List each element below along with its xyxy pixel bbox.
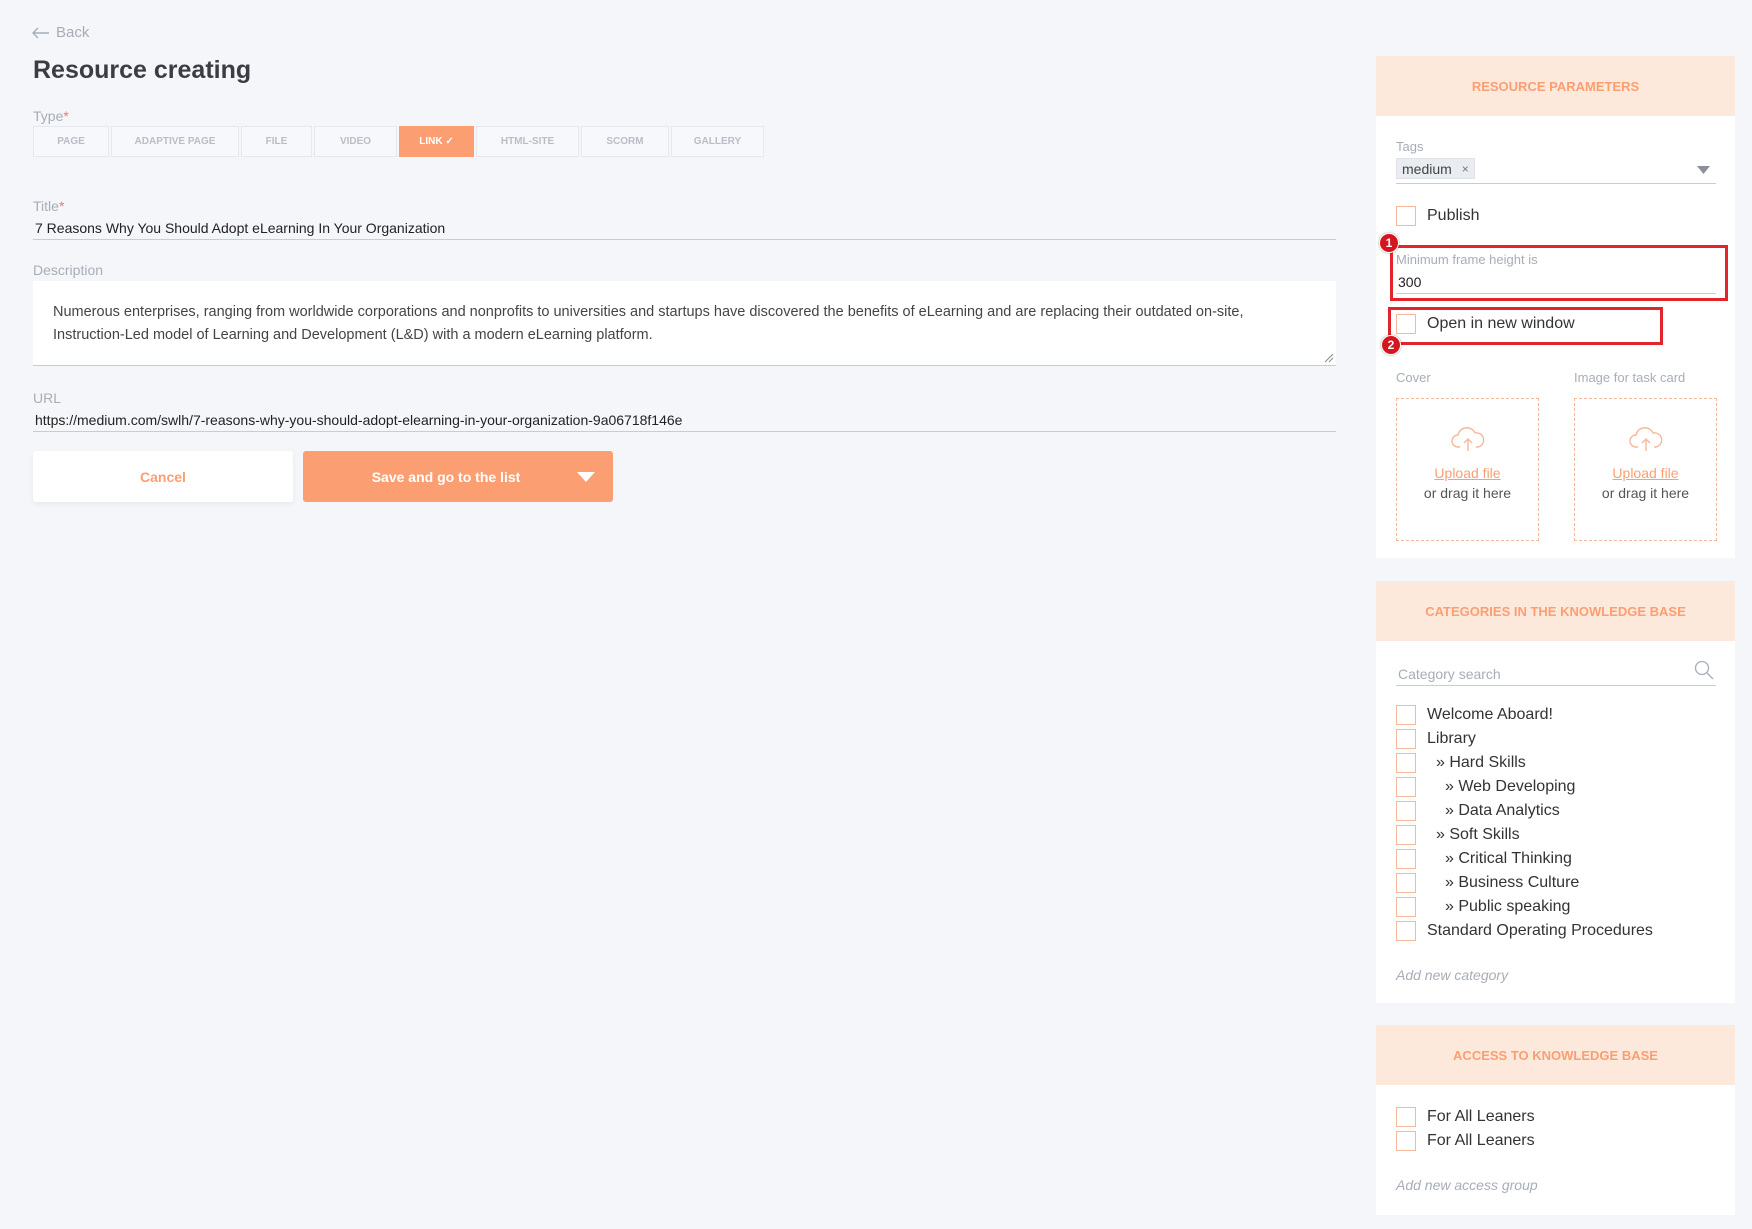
tags-select[interactable]: medium × [1396, 158, 1716, 184]
category-item: » Data Analytics [1396, 801, 1560, 821]
access-item: For All Leaners [1396, 1131, 1535, 1151]
annotation-highlight-frame-height [1390, 245, 1728, 301]
url-label: URL [33, 390, 62, 406]
category-item: » Soft Skills [1396, 825, 1520, 845]
categories-panel: CATEGORIES IN THE KNOWLEDGE BASE Categor… [1376, 581, 1735, 1003]
category-checkbox[interactable] [1396, 729, 1416, 749]
category-item: Standard Operating Procedures [1396, 921, 1653, 941]
category-label: » Business Culture [1445, 874, 1580, 891]
category-checkbox[interactable] [1396, 753, 1416, 773]
task-card-upload-link[interactable]: Upload file [1612, 465, 1678, 481]
task-card-image-label: Image for task card [1574, 370, 1686, 385]
category-search-input[interactable]: Category search [1396, 660, 1716, 686]
category-label: » Web Developing [1445, 778, 1576, 795]
task-card-upload-dropzone[interactable]: Upload file or drag it here [1574, 398, 1717, 541]
category-label: » Data Analytics [1445, 802, 1560, 819]
arrow-left-icon [32, 27, 49, 38]
page-title: Resource creating [33, 56, 252, 84]
description-text: Numerous enterprises, ranging from world… [53, 304, 1244, 343]
category-search-placeholder: Category search [1398, 666, 1501, 682]
category-label: Library [1427, 730, 1476, 747]
access-checkbox[interactable] [1396, 1107, 1416, 1127]
save-button-label: Save and go to the list [371, 468, 521, 485]
access-heading: ACCESS TO KNOWLEDGE BASE [1376, 1025, 1735, 1085]
access-panel: ACCESS TO KNOWLEDGE BASE For All Leaners… [1376, 1025, 1735, 1215]
chevron-down-icon [577, 471, 595, 482]
back-label: Back [56, 24, 90, 41]
category-label: Welcome Aboard! [1427, 706, 1553, 723]
cover-upload-link[interactable]: Upload file [1434, 465, 1500, 481]
access-label: For All Leaners [1427, 1108, 1535, 1125]
tags-label: Tags [1396, 139, 1424, 154]
add-access-group-link[interactable]: Add new access group [1396, 1177, 1538, 1193]
annotation-badge-1: 1 [1379, 233, 1399, 253]
category-checkbox[interactable] [1396, 873, 1416, 893]
tag-chip-label: medium [1402, 160, 1452, 177]
task-card-upload-hint: or drag it here [1601, 485, 1690, 501]
category-checkbox[interactable] [1396, 897, 1416, 917]
tab-html-site[interactable]: HTML-SITE [476, 126, 579, 157]
annotation-highlight-open-window [1388, 307, 1663, 345]
chevron-down-icon[interactable] [1697, 166, 1710, 174]
title-label: Title* [33, 198, 65, 214]
cloud-upload-icon [1450, 427, 1484, 451]
tab-file[interactable]: FILE [241, 126, 312, 157]
description-textarea[interactable]: Numerous enterprises, ranging from world… [33, 281, 1336, 366]
description-label: Description [33, 262, 104, 278]
type-tabs: PAGE ADAPTIVE PAGE FILE VIDEO LINK ✓ HTM… [33, 126, 764, 157]
category-item: » Web Developing [1396, 777, 1575, 797]
publish-row: Publish [1396, 206, 1479, 226]
category-item: » Critical Thinking [1396, 849, 1572, 869]
resource-parameters-heading: RESOURCE PARAMETERS [1376, 56, 1735, 116]
category-checkbox[interactable] [1396, 705, 1416, 725]
tab-gallery[interactable]: GALLERY [671, 126, 764, 157]
save-button[interactable]: Save and go to the list [303, 451, 613, 502]
category-item: » Business Culture [1396, 873, 1579, 893]
category-label: » Critical Thinking [1445, 850, 1572, 867]
category-checkbox[interactable] [1396, 849, 1416, 869]
back-link[interactable]: Back [32, 24, 89, 41]
publish-label: Publish [1427, 207, 1480, 224]
category-label: » Public speaking [1445, 898, 1571, 915]
category-item: » Hard Skills [1396, 753, 1526, 773]
annotation-badge-2: 2 [1381, 335, 1401, 355]
category-label: » Soft Skills [1436, 826, 1520, 843]
access-checkbox[interactable] [1396, 1131, 1416, 1151]
category-item: Library [1396, 729, 1476, 749]
cloud-upload-icon [1628, 427, 1662, 451]
category-checkbox[interactable] [1396, 777, 1416, 797]
categories-heading: CATEGORIES IN THE KNOWLEDGE BASE [1376, 581, 1735, 641]
url-input[interactable]: https://medium.com/swlh/7-reasons-why-yo… [33, 412, 1336, 432]
category-label: Standard Operating Procedures [1427, 922, 1653, 939]
tab-page[interactable]: PAGE [33, 126, 109, 157]
tab-scorm[interactable]: SCORM [581, 126, 669, 157]
save-options-toggle[interactable] [559, 451, 613, 502]
category-checkbox[interactable] [1396, 801, 1416, 821]
cover-upload-dropzone[interactable]: Upload file or drag it here [1396, 398, 1539, 541]
tag-chip: medium × [1396, 158, 1475, 179]
category-label: » Hard Skills [1436, 754, 1526, 771]
tab-link[interactable]: LINK ✓ [399, 126, 474, 157]
title-input[interactable]: 7 Reasons Why You Should Adopt eLearning… [33, 220, 1336, 240]
access-label: For All Leaners [1427, 1132, 1535, 1149]
cover-upload-hint: or drag it here [1423, 485, 1512, 501]
tag-remove-icon[interactable]: × [1462, 162, 1469, 176]
tab-video[interactable]: VIDEO [314, 126, 397, 157]
tab-adaptive-page[interactable]: ADAPTIVE PAGE [111, 126, 239, 157]
category-checkbox[interactable] [1396, 825, 1416, 845]
category-item: » Public speaking [1396, 897, 1570, 917]
resize-handle-icon[interactable] [1324, 353, 1334, 363]
category-checkbox[interactable] [1396, 921, 1416, 941]
publish-checkbox[interactable] [1396, 206, 1416, 226]
cancel-button[interactable]: Cancel [33, 451, 293, 502]
category-item: Welcome Aboard! [1396, 705, 1553, 725]
add-category-link[interactable]: Add new category [1396, 967, 1508, 983]
search-icon[interactable] [1694, 660, 1714, 680]
cover-label: Cover [1396, 370, 1431, 385]
type-label: Type* [33, 108, 69, 124]
access-item: For All Leaners [1396, 1107, 1535, 1127]
